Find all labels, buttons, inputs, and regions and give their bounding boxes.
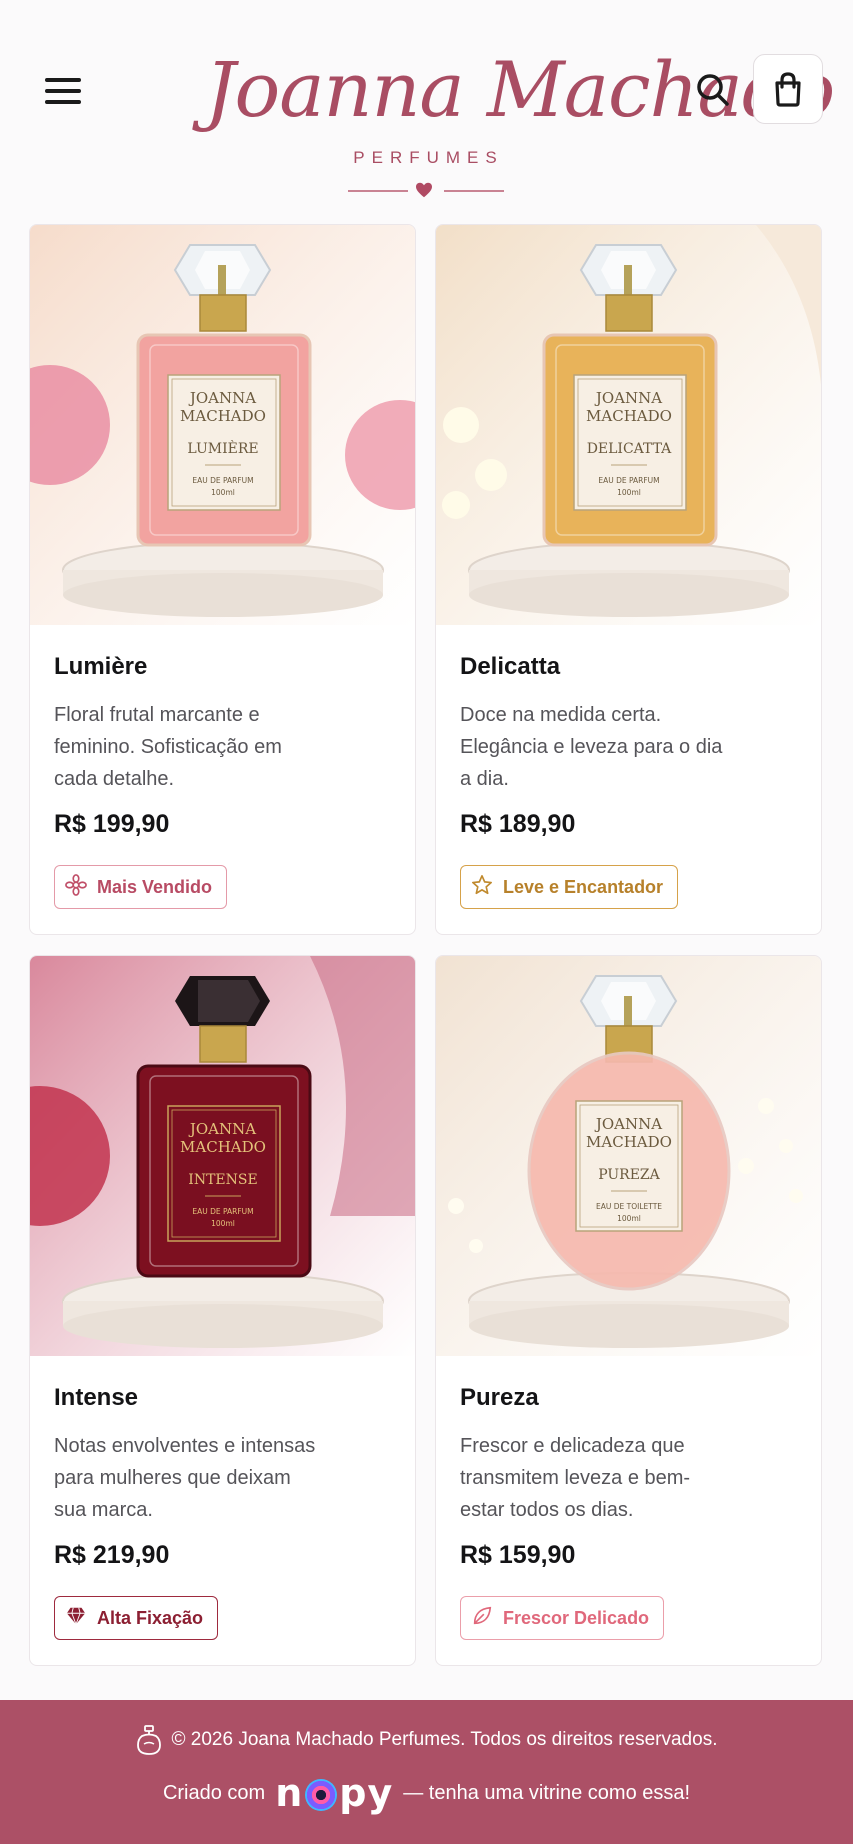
- nopy-letters-py: py: [339, 1771, 394, 1815]
- bottle-brand-line2: MACHADO: [586, 1133, 672, 1151]
- product-price: R$ 189,90: [460, 810, 576, 838]
- product-image[interactable]: JOANNA MACHADO DELICATTA EAU DE PARFUM 1…: [436, 225, 821, 625]
- bottle-name: DELICATTA: [587, 441, 672, 457]
- bottle-name: PUREZA: [598, 1167, 660, 1183]
- product-info: Intense Notas envolventes e intensas par…: [54, 1384, 391, 1640]
- bottle-brand-line2: MACHADO: [586, 407, 672, 425]
- site-header: Joanna Machado PERFUMES: [0, 0, 853, 205]
- product-description: Floral frutal marcante e feminino. Sofis…: [54, 704, 282, 790]
- leaf-icon: [471, 1605, 493, 1632]
- product-info: Lumière Floral frutal marcante e feminin…: [54, 653, 391, 909]
- cart-button[interactable]: [753, 54, 823, 124]
- nopy-logo-link[interactable]: n py: [275, 1774, 393, 1812]
- shopping-bag-icon: [775, 72, 801, 107]
- product-card[interactable]: JOANNA MACHADO LUMIÈRE EAU DE PARFUM 100…: [29, 224, 416, 935]
- perfume-bottle-icon: [136, 1725, 161, 1755]
- footer-made-with: Criado com n py — tenha uma vitrine como…: [0, 1774, 853, 1812]
- brand-subtitle: PERFUMES: [353, 148, 504, 167]
- bottle-size: 100ml: [617, 488, 641, 497]
- diamond-icon: [65, 1605, 87, 1632]
- product-price: R$ 199,90: [54, 810, 170, 838]
- product-image[interactable]: JOANNA MACHADO LUMIÈRE EAU DE PARFUM 100…: [30, 225, 415, 625]
- product-price: R$ 159,90: [460, 1541, 576, 1569]
- product-description: Frescor e delicadeza que transmitem leve…: [460, 1435, 691, 1521]
- made-prefix: Criado com: [162, 1781, 266, 1804]
- product-name: Lumière: [54, 653, 148, 680]
- product-image[interactable]: JOANNA MACHADO INTENSE EAU DE PARFUM 100…: [30, 956, 415, 1356]
- nopy-letter-n: n: [275, 1771, 304, 1815]
- brand-logo[interactable]: Joanna Machado PERFUMES: [205, 22, 835, 200]
- copyright-text: © 2026 Joana Machado Perfumes. Todos os …: [171, 1729, 718, 1750]
- badge-label: Leve e Encantador: [503, 876, 664, 897]
- product-name: Pureza: [460, 1384, 539, 1411]
- bottle-type: EAU DE PARFUM: [192, 476, 253, 485]
- bottle-type: EAU DE PARFUM: [598, 476, 659, 485]
- product-price: R$ 219,90: [54, 1541, 170, 1569]
- flower-icon: [65, 873, 87, 901]
- product-card[interactable]: JOANNA MACHADO PUREZA EAU DE TOILETTE 10…: [435, 955, 822, 1666]
- bottle-size: 100ml: [211, 488, 235, 497]
- bottle-brand-line1: JOANNA: [188, 1120, 256, 1138]
- bottle-brand-line2: MACHADO: [180, 1138, 266, 1156]
- hamburger-menu-icon[interactable]: [40, 70, 88, 110]
- product-description: Doce na medida certa. Elegância e leveza…: [460, 704, 723, 790]
- product-name: Delicatta: [460, 653, 561, 680]
- product-description: Notas envolventes e intensas para mulher…: [54, 1435, 316, 1521]
- badge-label: Mais Vendido: [97, 876, 213, 897]
- product-info: Pureza Frescor e delicadeza que transmit…: [460, 1384, 797, 1640]
- bottle-type: EAU DE TOILETTE: [596, 1202, 662, 1211]
- badge-label: Alta Fixação: [97, 1607, 204, 1628]
- star-icon: [471, 874, 493, 901]
- search-icon[interactable]: [693, 70, 733, 110]
- bottle-brand-line1: JOANNA: [188, 389, 256, 407]
- site-footer: © 2026 Joana Machado Perfumes. Todos os …: [0, 1700, 853, 1844]
- footer-copyright: © 2026 Joana Machado Perfumes. Todos os …: [0, 1724, 853, 1756]
- product-badge: Mais Vendido: [54, 865, 228, 909]
- product-card[interactable]: JOANNA MACHADO DELICATTA EAU DE PARFUM 1…: [435, 224, 822, 935]
- product-card[interactable]: JOANNA MACHADO INTENSE EAU DE PARFUM 100…: [29, 955, 416, 1666]
- bottle-brand-line1: JOANNA: [594, 389, 662, 407]
- bottle-name: INTENSE: [188, 1172, 257, 1188]
- product-badge: Alta Fixação: [54, 1596, 219, 1640]
- bottle-brand-line1: JOANNA: [594, 1115, 662, 1133]
- product-badge: Leve e Encantador: [460, 865, 679, 909]
- bottle-size: 100ml: [617, 1214, 641, 1223]
- product-info: Delicatta Doce na medida certa. Elegânci…: [460, 653, 797, 909]
- logo-divider: [205, 180, 645, 200]
- heart-icon: [416, 182, 432, 198]
- brand-script-name: Joanna Machado: [205, 45, 835, 134]
- made-suffix: — tenha uma vitrine como essa!: [403, 1781, 691, 1804]
- bottle-type: EAU DE PARFUM: [192, 1207, 253, 1216]
- product-name: Intense: [54, 1384, 139, 1411]
- nopy-eye-icon: [305, 1779, 338, 1811]
- bottle-name: LUMIÈRE: [187, 439, 258, 457]
- bottle-size: 100ml: [211, 1219, 235, 1228]
- bottle-brand-line2: MACHADO: [180, 407, 266, 425]
- product-image[interactable]: JOANNA MACHADO PUREZA EAU DE TOILETTE 10…: [436, 956, 821, 1356]
- badge-label: Frescor Delicado: [503, 1607, 650, 1628]
- product-badge: Frescor Delicado: [460, 1596, 665, 1640]
